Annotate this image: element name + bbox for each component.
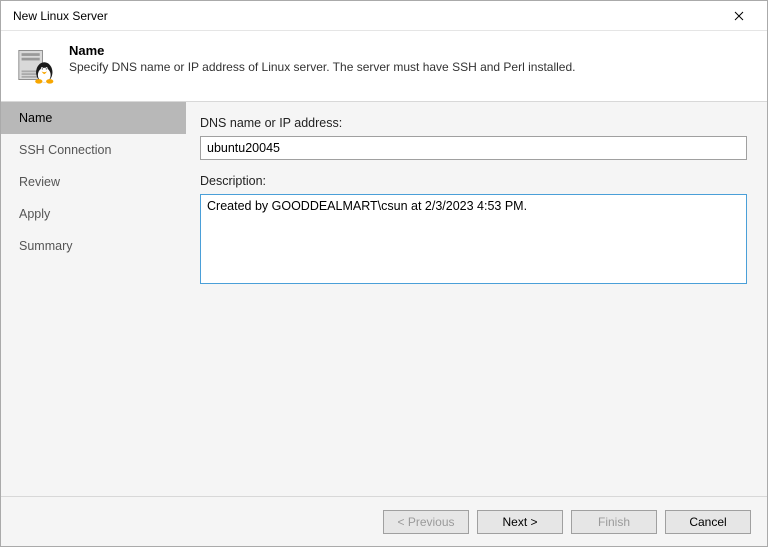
wizard-window: New Linux Server — [0, 0, 768, 547]
description-label: Description: — [200, 174, 747, 188]
close-button[interactable] — [719, 2, 759, 30]
wizard-body: Name SSH Connection Review Apply Summary… — [1, 101, 767, 496]
server-linux-icon — [17, 43, 57, 87]
close-icon — [734, 11, 744, 21]
wizard-content: DNS name or IP address: Description: — [186, 102, 767, 496]
sidebar-item-summary[interactable]: Summary — [1, 230, 186, 262]
sidebar-item-name[interactable]: Name — [1, 102, 186, 134]
header-title: Name — [69, 43, 751, 58]
sidebar-item-review[interactable]: Review — [1, 166, 186, 198]
description-input[interactable] — [200, 194, 747, 284]
sidebar-item-apply[interactable]: Apply — [1, 198, 186, 230]
wizard-header: Name Specify DNS name or IP address of L… — [1, 31, 767, 101]
cancel-button[interactable]: Cancel — [665, 510, 751, 534]
wizard-sidebar: Name SSH Connection Review Apply Summary — [1, 102, 186, 496]
dns-label: DNS name or IP address: — [200, 116, 747, 130]
titlebar: New Linux Server — [1, 1, 767, 31]
wizard-footer: < Previous Next > Finish Cancel — [1, 496, 767, 546]
next-button[interactable]: Next > — [477, 510, 563, 534]
previous-button: < Previous — [383, 510, 469, 534]
window-title: New Linux Server — [13, 9, 719, 23]
header-subtitle: Specify DNS name or IP address of Linux … — [69, 60, 751, 74]
dns-input[interactable] — [200, 136, 747, 160]
sidebar-item-ssh[interactable]: SSH Connection — [1, 134, 186, 166]
header-text: Name Specify DNS name or IP address of L… — [69, 43, 751, 74]
finish-button: Finish — [571, 510, 657, 534]
